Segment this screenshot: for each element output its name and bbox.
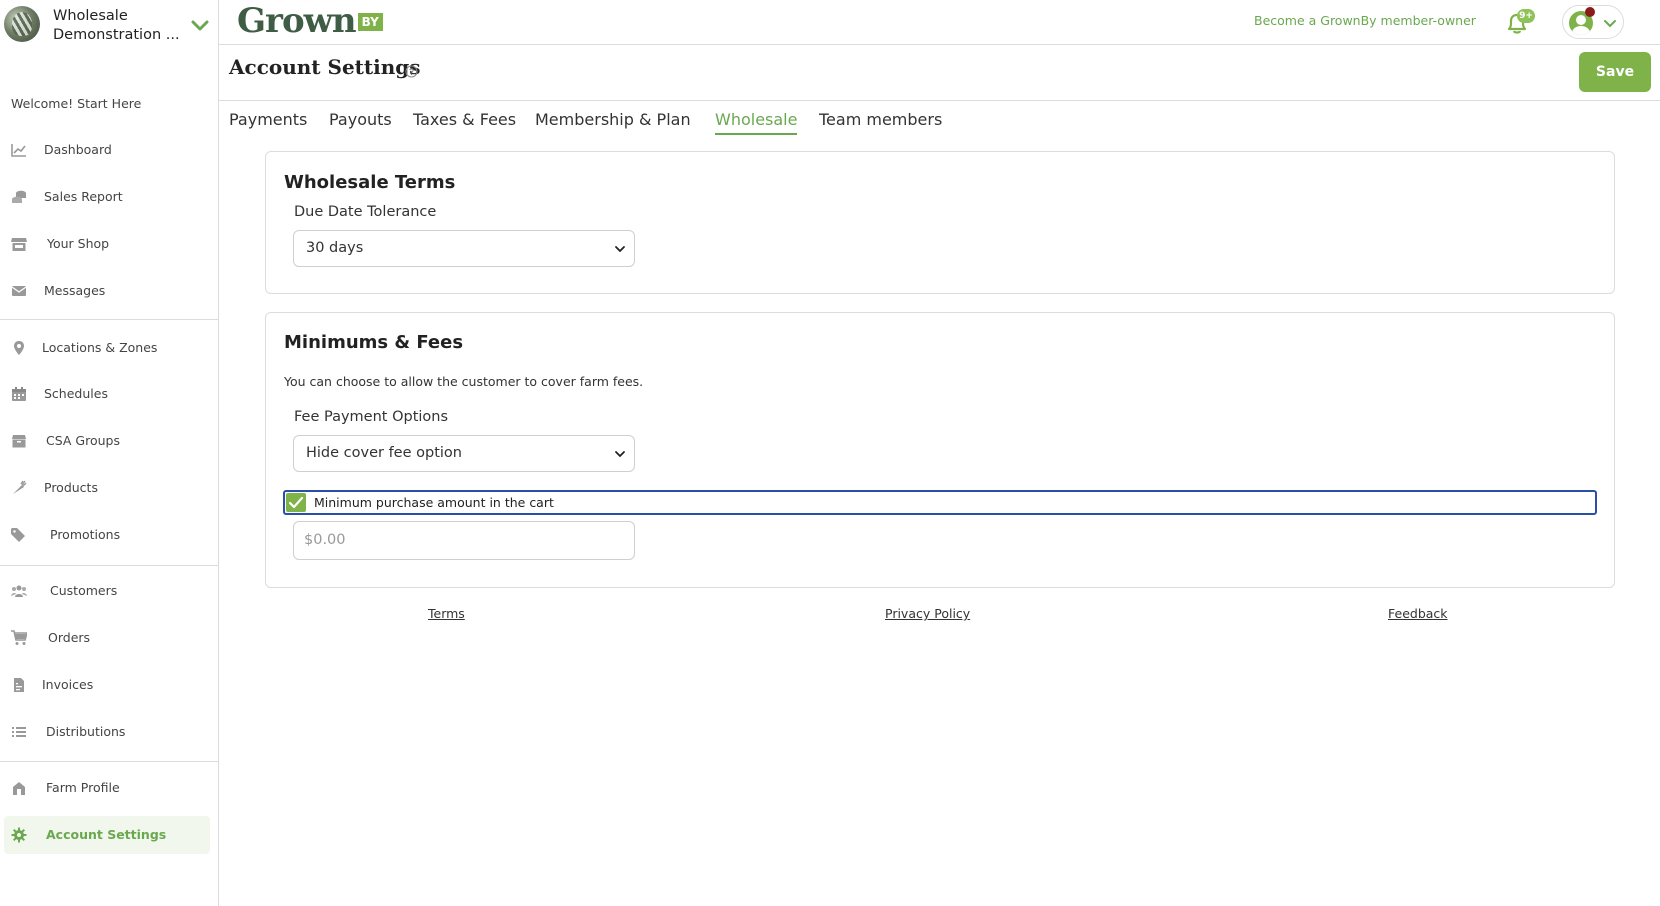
chevron-down-icon: [1604, 20, 1616, 28]
sidebar-item-label: Dashboard: [44, 142, 112, 157]
farm-name: Wholesale Demonstration ...: [53, 8, 180, 43]
coins-icon: [12, 190, 26, 203]
sidebar-item-label: Schedules: [44, 386, 108, 401]
store-icon: [11, 238, 27, 251]
sidebar-item-label: Messages: [44, 283, 106, 298]
help-icon[interactable]: [405, 65, 418, 78]
minimum-purchase-row[interactable]: Minimum purchase amount in the cart: [283, 490, 1597, 515]
tab-membership-plan[interactable]: Membership & Plan: [535, 110, 691, 133]
sidebar-item-locations[interactable]: Locations & Zones: [4, 329, 210, 367]
sidebar-item-label: Account Settings: [46, 827, 167, 842]
sidebar: Wholesale Demonstration ... Welcome! Sta…: [0, 0, 219, 906]
tab-team-members[interactable]: Team members: [819, 110, 942, 133]
file-invoice-icon: [14, 678, 24, 692]
tab-payments[interactable]: Payments: [229, 110, 307, 133]
sidebar-item-label: Invoices: [42, 677, 94, 692]
cart-icon: [11, 630, 27, 645]
sidebar-item-label: Customers: [50, 583, 118, 598]
tags-icon: [11, 528, 25, 542]
sidebar-item-csa-groups[interactable]: CSA Groups: [4, 422, 210, 460]
gear-icon: [11, 827, 27, 843]
sidebar-item-label: Your Shop: [47, 236, 110, 251]
sidebar-item-label: Farm Profile: [46, 780, 120, 795]
sidebar-item-label: Sales Report: [44, 189, 123, 204]
tab-payouts[interactable]: Payouts: [329, 110, 392, 133]
wholesale-terms-card: Wholesale Terms Due Date Tolerance 30 da…: [265, 151, 1615, 294]
list-icon: [12, 727, 26, 737]
box-icon: [12, 435, 26, 448]
sidebar-item-dashboard[interactable]: Dashboard: [4, 131, 210, 169]
card-title: Minimums & Fees: [284, 332, 464, 353]
sidebar-item-promotions[interactable]: Promotions: [4, 516, 210, 554]
sidebar-item-label: Promotions: [50, 527, 121, 542]
sidebar-welcome-link[interactable]: Welcome! Start Here: [11, 96, 141, 111]
calendar-icon: [12, 387, 26, 401]
sidebar-item-distributions[interactable]: Distributions: [4, 713, 210, 751]
chevron-down-icon[interactable]: [190, 16, 210, 36]
sidebar-item-label: Orders: [48, 630, 91, 645]
chevron-down-icon: [615, 451, 625, 458]
page-header: Account Settings Save: [219, 45, 1660, 101]
sidebar-item-farm-profile[interactable]: Farm Profile: [4, 769, 210, 807]
sidebar-item-label: Products: [44, 480, 98, 495]
sidebar-item-account-settings[interactable]: Account Settings: [4, 816, 210, 854]
minimum-amount-input[interactable]: $0.00: [293, 521, 635, 560]
tab-taxes-fees[interactable]: Taxes & Fees: [413, 110, 516, 133]
grownby-logo[interactable]: Grown BY: [237, 0, 383, 44]
notification-badge: 9+: [1517, 9, 1535, 23]
card-title: Wholesale Terms: [284, 172, 456, 193]
sidebar-item-label: Distributions: [46, 724, 126, 739]
sidebar-item-label: Locations & Zones: [42, 340, 158, 355]
page-title: Account Settings: [229, 55, 421, 79]
sidebar-item-products[interactable]: Products: [4, 469, 210, 507]
logo-word: Grown: [237, 1, 357, 41]
top-bar: Grown BY Become a GrownBy member-owner 9…: [219, 0, 1660, 45]
farm-avatar: [4, 6, 40, 42]
sidebar-divider: [0, 319, 219, 320]
minimum-purchase-label: Minimum purchase amount in the cart: [314, 495, 554, 510]
select-value: 30 days: [306, 240, 364, 256]
privacy-policy-link[interactable]: Privacy Policy: [885, 606, 970, 621]
due-date-tolerance-label: Due Date Tolerance: [294, 204, 437, 220]
sidebar-item-your-shop[interactable]: Your Shop: [4, 225, 210, 263]
fee-payment-options-label: Fee Payment Options: [294, 409, 449, 425]
user-menu-button[interactable]: [1562, 5, 1624, 39]
minimum-purchase-checkbox[interactable]: [286, 493, 306, 512]
become-member-owner-link[interactable]: Become a GrownBy member-owner: [1254, 13, 1476, 28]
minimums-fees-card: Minimums & Fees You can choose to allow …: [265, 312, 1615, 588]
users-icon: [11, 585, 27, 597]
sidebar-item-invoices[interactable]: Invoices: [4, 666, 210, 704]
terms-link[interactable]: Terms: [428, 606, 465, 621]
input-placeholder: $0.00: [304, 532, 346, 548]
farm-icon: [13, 782, 25, 795]
sidebar-item-customers[interactable]: Customers: [4, 572, 210, 610]
sidebar-item-sales-report[interactable]: Sales Report: [4, 178, 210, 216]
sidebar-item-orders[interactable]: Orders: [4, 619, 210, 657]
chart-line-icon: [11, 144, 26, 157]
save-button[interactable]: Save: [1579, 52, 1651, 92]
notifications-button[interactable]: 9+: [1503, 9, 1535, 37]
farm-switcher[interactable]: Wholesale Demonstration ...: [0, 0, 219, 54]
status-dot: [1585, 7, 1595, 17]
checkmark-icon: [288, 496, 304, 509]
map-pin-icon: [14, 341, 24, 355]
sidebar-divider: [0, 565, 219, 566]
select-value: Hide cover fee option: [306, 445, 462, 461]
fee-payment-options-select[interactable]: Hide cover fee option: [293, 435, 635, 472]
chevron-down-icon: [615, 246, 625, 253]
due-date-tolerance-select[interactable]: 30 days: [293, 230, 635, 267]
logo-by-badge: BY: [357, 13, 383, 31]
sidebar-item-messages[interactable]: Messages: [4, 272, 210, 310]
sidebar-item-schedules[interactable]: Schedules: [4, 375, 210, 413]
sidebar-item-label: CSA Groups: [46, 433, 120, 448]
sidebar-divider: [0, 761, 219, 762]
minimums-fees-description: You can choose to allow the customer to …: [284, 374, 644, 389]
carrot-icon: [13, 480, 27, 494]
envelope-icon: [11, 286, 27, 296]
tab-wholesale[interactable]: Wholesale: [715, 110, 798, 135]
feedback-link[interactable]: Feedback: [1388, 606, 1448, 621]
